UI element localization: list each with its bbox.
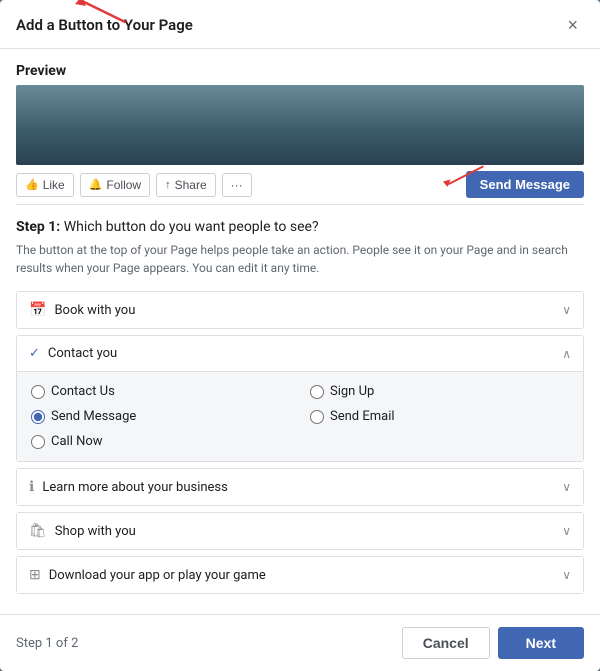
chevron-down-icon-learn: ∨ [562,480,571,494]
accordion-learn-header[interactable]: ℹ Learn more about your business ∨ [17,469,583,505]
contact-us-option[interactable]: Contact Us [31,382,290,401]
contact-us-radio[interactable] [31,385,45,399]
accordion-book: 📅 Book with you ∨ [16,291,584,329]
share-button[interactable]: ↑ Share [156,173,216,197]
accordion-book-label: Book with you [54,303,135,318]
share-label: Share [175,178,207,192]
calendar-icon: 📅 [29,302,46,318]
step-question: Which button do you want people to see? [64,219,319,235]
accordion-download-left: ⊞ Download your app or play your game [29,567,266,583]
more-options-button[interactable]: ··· [222,173,252,197]
preview-label: Preview [16,63,584,79]
plus-icon: ⊞ [29,567,41,583]
modal-footer: Step 1 of 2 Cancel Next [0,614,600,671]
accordion-book-left: 📅 Book with you [29,302,135,318]
step-indicator: Step 1 of 2 [16,636,78,651]
follow-button[interactable]: 🔔 Follow [80,173,150,197]
chevron-down-icon: ∨ [562,303,571,317]
accordion-book-header[interactable]: 📅 Book with you ∨ [17,292,583,328]
follow-icon: 🔔 [89,178,103,191]
info-icon: ℹ [29,479,34,495]
preview-image-bg [16,85,584,165]
modal-header: Add a Button to Your Page × [0,0,600,49]
accordion-contact-header[interactable]: ✓ Contact you ∧ [17,336,583,372]
close-button[interactable]: × [561,14,584,36]
footer-buttons: Cancel Next [402,627,584,659]
modal-body: Preview 👍 Like 🔔 Follow ↑ Share ··· Send… [0,49,600,614]
accordion-download: ⊞ Download your app or play your game ∨ [16,556,584,594]
like-label: Like [43,178,65,192]
send-email-label: Send Email [330,409,395,424]
accordion-learn-label: Learn more about your business [42,480,228,495]
like-button[interactable]: 👍 Like [16,173,74,197]
step-title: Step 1: Which button do you want people … [16,219,584,235]
modal-title: Add a Button to Your Page [16,16,193,34]
chevron-down-icon-shop: ∨ [562,524,571,538]
preview-image [16,85,584,165]
share-icon: ↑ [165,179,171,191]
accordion-learn: ℹ Learn more about your business ∨ [16,468,584,506]
contact-us-label: Contact Us [51,384,115,399]
sign-up-option[interactable]: Sign Up [310,382,569,401]
next-button[interactable]: Next [498,627,584,659]
shopping-icon: 🛍 [29,523,47,539]
accordion-shop: 🛍 Shop with you ∨ [16,512,584,550]
accordion-download-header[interactable]: ⊞ Download your app or play your game ∨ [17,557,583,593]
accordion-shop-label: Shop with you [55,524,136,539]
send-message-radio[interactable] [31,410,45,424]
like-icon: 👍 [25,178,39,191]
follow-label: Follow [106,178,141,192]
sign-up-radio[interactable] [310,385,324,399]
accordion-contact-label: Contact you [48,346,117,361]
step-description: The button at the top of your Page helps… [16,241,584,277]
accordion-contact: ✓ Contact you ∧ Contact Us Sign Up [16,335,584,462]
sign-up-label: Sign Up [330,384,374,399]
send-message-radio-label: Send Message [51,409,136,424]
contact-options-grid: Contact Us Sign Up [31,382,569,451]
send-message-option[interactable]: Send Message [31,407,290,426]
send-message-arrow [434,161,494,195]
accordion-download-label: Download your app or play your game [49,568,266,583]
accordion-contact-content: Contact Us Sign Up [17,372,583,461]
step-number: Step 1: [16,219,60,235]
call-now-option[interactable]: Call Now [31,432,290,451]
accordion-contact-left: ✓ Contact you [29,346,117,361]
send-email-radio[interactable] [310,410,324,424]
chevron-up-icon: ∧ [562,347,571,361]
cancel-button[interactable]: Cancel [402,627,490,659]
send-email-option[interactable]: Send Email [310,407,569,426]
accordion-shop-header[interactable]: 🛍 Shop with you ∨ [17,513,583,549]
page-actions-bar: 👍 Like 🔔 Follow ↑ Share ··· Send Message [16,165,584,205]
accordion-shop-left: 🛍 Shop with you [29,523,136,539]
chevron-down-icon-download: ∨ [562,568,571,582]
check-icon: ✓ [29,346,40,361]
add-button-modal: Add a Button to Your Page × Preview 👍 Li… [0,0,600,671]
call-now-radio[interactable] [31,435,45,449]
call-now-label: Call Now [51,434,103,449]
accordion-learn-left: ℹ Learn more about your business [29,479,228,495]
